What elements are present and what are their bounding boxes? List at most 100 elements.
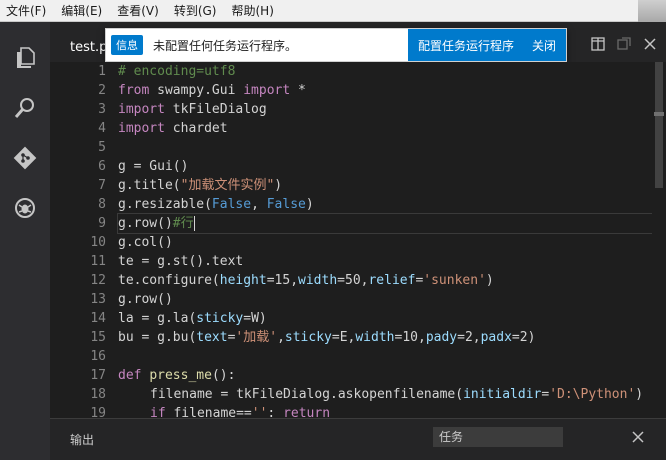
code-line[interactable]: import tkFileDialog xyxy=(118,100,652,119)
code-line[interactable]: bu = g.bu(text='加载',sticky=E,width=10,pa… xyxy=(118,328,652,347)
code-token: ) xyxy=(305,197,314,212)
code-token: ) xyxy=(274,178,283,193)
code-line[interactable]: g.title("加载文件实例") xyxy=(118,176,652,195)
code-token: =15, xyxy=(266,273,299,288)
code-token: : xyxy=(267,406,284,418)
clear-output-icon[interactable] xyxy=(630,429,646,445)
code-line[interactable]: # encoding=utf8 xyxy=(118,62,652,81)
code-line[interactable]: g = Gui() xyxy=(118,157,652,176)
code-line[interactable]: g.resizable(False, False) xyxy=(118,195,652,214)
menu-view[interactable]: 查看(V) xyxy=(117,0,159,22)
menu-file[interactable]: 文件(F) xyxy=(6,0,46,22)
notification-actions: 配置任务运行程序 关闭 xyxy=(407,29,566,61)
line-number: 2 xyxy=(98,83,106,98)
menu-help[interactable]: 帮助(H) xyxy=(231,0,273,22)
code-token: =W) xyxy=(243,311,267,326)
code-line[interactable]: te.configure(height=15,width=50,relief='… xyxy=(118,271,652,290)
code-line[interactable]: la = g.la(sticky=W) xyxy=(118,309,652,328)
output-channel-select[interactable]: 任务 xyxy=(433,427,563,447)
code-line[interactable]: te = g.st().text xyxy=(118,252,652,271)
code-token: from xyxy=(118,83,150,98)
code-token: return xyxy=(283,406,331,418)
code-line[interactable]: g.row() xyxy=(118,290,652,309)
line-number: 17 xyxy=(90,368,106,383)
code-token: False xyxy=(266,197,306,212)
code-token: height xyxy=(219,273,267,288)
code-line[interactable] xyxy=(118,347,652,366)
code-token: False xyxy=(211,197,252,212)
search-icon[interactable] xyxy=(0,86,50,130)
code-token: =10, xyxy=(394,330,426,345)
split-editor-icon[interactable] xyxy=(590,36,606,52)
code-token: sticky xyxy=(284,330,332,345)
info-notification: 信息 未配置任何任务运行程序。 配置任务运行程序 关闭 xyxy=(105,28,567,62)
window-control-strip xyxy=(638,0,666,22)
code-token: =2, xyxy=(457,330,481,345)
code-token: pady xyxy=(425,330,458,345)
code-line-current[interactable]: g.row()#行 xyxy=(117,213,652,234)
code-area[interactable]: # encoding=utf8 from swampy.Gui import * i… xyxy=(117,62,652,418)
code-token: "加载文件实例" xyxy=(180,178,275,193)
git-icon[interactable] xyxy=(0,136,50,180)
explorer-icon[interactable] xyxy=(0,36,50,80)
code-token: = xyxy=(541,387,550,402)
code-token: g = Gui() xyxy=(118,159,189,174)
line-number: 10 xyxy=(90,235,106,250)
line-number: 1 xyxy=(98,64,106,79)
code-token: width xyxy=(355,330,395,345)
code-token: initialdir xyxy=(463,387,542,402)
close-notification-button[interactable]: 关闭 xyxy=(532,37,556,54)
code-token: swampy.Gui xyxy=(149,83,244,98)
text-cursor xyxy=(193,216,195,231)
code-token: g.row() xyxy=(118,216,173,231)
code-line[interactable]: from swampy.Gui import * xyxy=(118,81,652,100)
line-number: 18 xyxy=(90,387,106,402)
configure-task-runner-button[interactable]: 配置任务运行程序 xyxy=(418,37,514,54)
code-token: g.resizable( xyxy=(118,197,212,212)
code-editor[interactable]: 1 2 3 4 5 6 7 8 9 10 11 12 13 14 15 16 17 18 19 # encoding… xyxy=(50,62,652,418)
info-badge: 信息 xyxy=(111,35,143,55)
code-token: sticky xyxy=(196,311,244,326)
scrollbar-cursor-marker xyxy=(654,112,664,116)
code-line[interactable]: import chardet xyxy=(118,119,652,138)
line-number: 3 xyxy=(98,102,106,117)
code-token: , xyxy=(251,197,267,212)
code-token: te.configure( xyxy=(118,273,220,288)
code-token: '' xyxy=(251,406,268,418)
code-line[interactable]: def press_me(): xyxy=(118,366,652,385)
menu-goto[interactable]: 转到(G) xyxy=(174,0,217,22)
code-token: * xyxy=(290,83,306,98)
code-line[interactable]: filename = tkFileDialog.askopenfilename(… xyxy=(118,385,652,404)
code-token: , xyxy=(277,330,285,345)
code-token: 'D:\Python' xyxy=(549,387,636,402)
panel-title: 输出 xyxy=(70,433,95,447)
code-token: g.row() xyxy=(118,292,173,307)
line-number: 16 xyxy=(90,349,106,364)
code-token: text xyxy=(196,330,228,345)
code-line[interactable] xyxy=(118,138,652,157)
debug-icon[interactable] xyxy=(0,186,50,230)
code-token: bu = g.bu( xyxy=(118,330,197,345)
code-token: ) xyxy=(485,273,494,288)
line-number: 14 xyxy=(90,311,106,326)
menu-edit[interactable]: 编辑(E) xyxy=(61,0,102,22)
line-number: 19 xyxy=(90,406,106,418)
line-number-gutter: 1 2 3 4 5 6 7 8 9 10 11 12 13 14 15 16 17 18 19 xyxy=(50,62,106,418)
close-editor-icon[interactable] xyxy=(642,36,658,52)
editor-actions xyxy=(590,36,658,52)
tab-test-file[interactable]: test.p xyxy=(70,40,107,55)
code-token: (): xyxy=(211,368,236,383)
code-token: la = g.la( xyxy=(118,311,197,326)
activity-bar xyxy=(0,22,50,460)
code-line[interactable]: g.col() xyxy=(118,233,652,252)
code-token: # encoding=utf8 xyxy=(118,64,236,79)
line-number: 6 xyxy=(98,159,106,174)
editor-scrollbar[interactable] xyxy=(652,62,666,418)
code-line[interactable]: if filename=='': return xyxy=(118,404,652,418)
scrollbar-thumb[interactable] xyxy=(655,62,663,188)
menu-bar: 文件(F) 编辑(E) 查看(V) 转到(G) 帮助(H) xyxy=(0,0,666,22)
code-token: padx xyxy=(480,330,512,345)
line-number: 8 xyxy=(98,197,106,212)
open-changes-icon[interactable] xyxy=(616,36,632,52)
code-token: chardet xyxy=(164,121,228,136)
